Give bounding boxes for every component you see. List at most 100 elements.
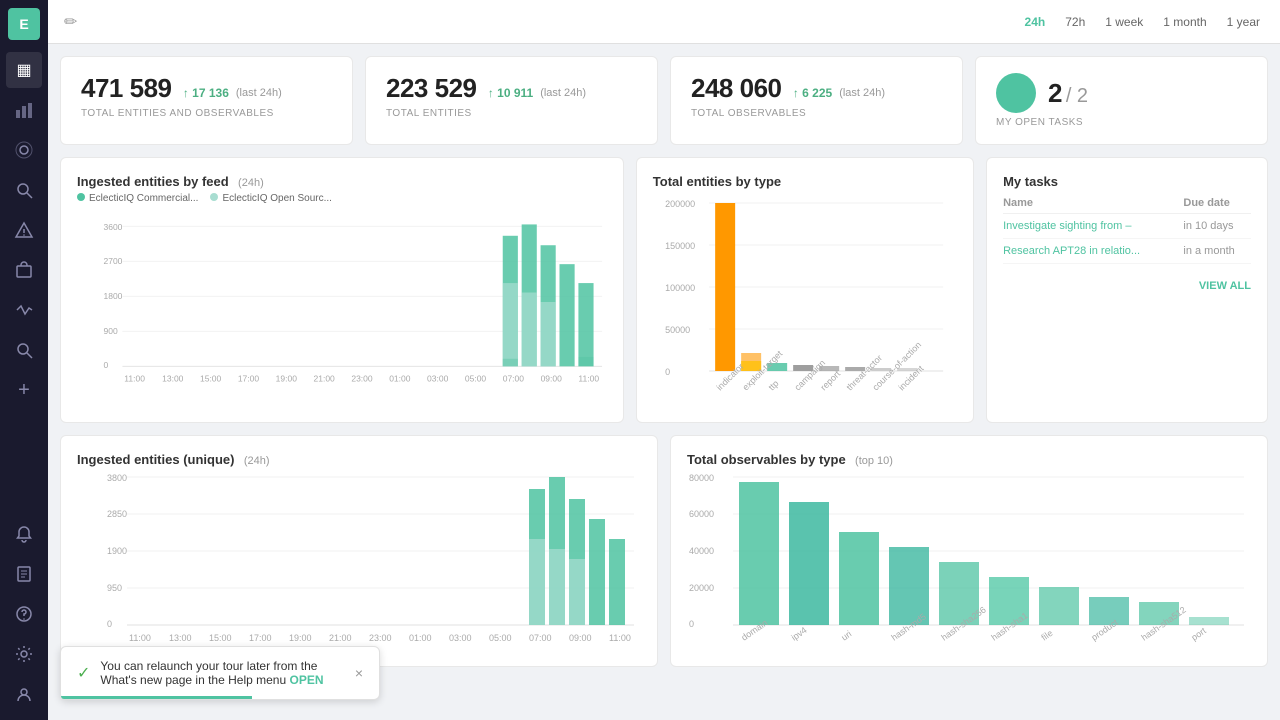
svg-text:200000: 200000 [665,199,695,209]
svg-text:11:00: 11:00 [129,633,151,643]
ingested-unique-title: Ingested entities (unique) [77,452,234,467]
svg-text:150000: 150000 [665,241,695,251]
task-link-2[interactable]: Research APT28 in relatio... [1003,245,1140,257]
observables-by-type-subtitle: (top 10) [855,455,893,467]
ingested-feed-svg: 3600 2700 1800 900 0 [77,212,607,392]
svg-text:uri: uri [839,629,853,643]
svg-text:23:00: 23:00 [369,633,392,643]
toast-close-button[interactable]: × [355,665,363,681]
time-filter-1month[interactable]: 1 month [1159,13,1210,31]
svg-text:0: 0 [107,619,112,629]
ingested-unique-chart-card: Ingested entities (unique) (24h) 3800 28… [60,435,658,667]
ingested-unique-subtitle: (24h) [244,455,270,467]
svg-text:17:00: 17:00 [249,633,272,643]
time-filter-24h[interactable]: 24h [1021,13,1050,31]
toast-progress-bar [61,696,252,699]
svg-text:11:00: 11:00 [578,373,599,383]
sidebar-item-network[interactable] [6,132,42,168]
sidebar-item-profile[interactable] [6,676,42,712]
toast-notification: ✓ You can relaunch your tour later from … [60,646,380,700]
svg-text:01:00: 01:00 [409,633,432,643]
sidebar-item-settings[interactable] [6,636,42,672]
sidebar-item-add[interactable]: + [6,372,42,408]
time-filter-1week[interactable]: 1 week [1101,13,1147,31]
stat-change-total: ↑ 17 136 (last 24h) [183,86,282,100]
svg-text:13:00: 13:00 [162,373,184,383]
svg-text:01:00: 01:00 [389,373,411,383]
sidebar-item-dashboard[interactable]: ▦ [6,52,42,88]
stat-number-total: 471 589 [81,73,171,103]
time-filter-1year[interactable]: 1 year [1223,13,1264,31]
svg-text:2850: 2850 [107,509,127,519]
tasks-table: Name Due date Investigate sighting from … [1003,193,1251,264]
stat-total-entities: 223 529 ↑ 10 911 (last 24h) TOTAL ENTITI… [365,56,658,145]
task-total: / 2 [1066,85,1088,107]
sidebar-item-help[interactable] [6,596,42,632]
observables-by-type-title: Total observables by type [687,452,846,467]
svg-text:0: 0 [103,360,108,370]
task-current: 2 [1048,78,1062,108]
charts-row-1: Ingested entities by feed (24h) Eclectic… [60,157,1268,423]
sidebar-item-cases[interactable] [6,252,42,288]
stat-label-observables: TOTAL OBSERVABLES [691,108,942,119]
header-left: ✏ [64,12,77,32]
svg-text:23:00: 23:00 [351,373,373,383]
my-tasks-card: My tasks Name Due date Investigate sight… [986,157,1268,423]
svg-text:900: 900 [103,326,117,336]
observables-by-type-chart-card: Total observables by type (top 10) 80000… [670,435,1268,667]
task-stat: 2 / 2 [996,73,1247,113]
svg-text:950: 950 [107,583,122,593]
svg-text:0: 0 [689,619,694,629]
task-row-1: Investigate sighting from – in 10 days [1003,214,1251,239]
stat-total-observables: 248 060 ↑ 6 225 (last 24h) TOTAL OBSERVA… [670,56,963,145]
task-circle-icon [996,73,1036,113]
sidebar-item-notifications[interactable] [6,516,42,552]
svg-text:20000: 20000 [689,583,714,593]
svg-text:19:00: 19:00 [289,633,312,643]
sidebar-logo[interactable]: E [8,8,40,40]
sidebar-item-alerts[interactable] [6,212,42,248]
sidebar-item-analytics[interactable] [6,92,42,128]
charts-row-2: Ingested entities (unique) (24h) 3800 28… [60,435,1268,667]
sidebar-item-activity[interactable] [6,292,42,328]
svg-text:40000: 40000 [689,546,714,556]
svg-text:13:00: 13:00 [169,633,192,643]
sidebar-item-reports[interactable] [6,556,42,592]
stat-number-observables: 248 060 [691,73,781,103]
svg-text:17:00: 17:00 [238,373,260,383]
sidebar: E ▦ + [0,0,48,720]
svg-text:port: port [1189,625,1208,642]
my-tasks-title: My tasks [1003,174,1251,189]
task-due-2: in a month [1183,239,1251,264]
sidebar-item-search[interactable] [6,332,42,368]
observables-by-type-svg: 80000 60000 40000 20000 0 [687,467,1251,647]
svg-text:50000: 50000 [665,325,690,335]
svg-text:80000: 80000 [689,473,714,483]
total-by-type-svg: 200000 150000 100000 50000 0 [653,193,957,403]
task-link-1[interactable]: Investigate sighting from – [1003,220,1131,232]
svg-text:11:00: 11:00 [124,373,145,383]
svg-text:ttp: ttp [766,378,780,392]
toast-success-icon: ✓ [77,663,90,683]
stats-row: 471 589 ↑ 17 136 (last 24h) TOTAL ENTITI… [60,56,1268,145]
total-by-type-title: Total entities by type [653,174,957,189]
svg-text:21:00: 21:00 [314,373,336,383]
toast-open-link[interactable]: OPEN [289,673,323,687]
svg-text:03:00: 03:00 [427,373,449,383]
time-filters: 24h 72h 1 week 1 month 1 year [1021,13,1264,31]
svg-text:05:00: 05:00 [465,373,487,383]
edit-icon[interactable]: ✏ [64,12,77,32]
svg-text:07:00: 07:00 [503,373,525,383]
ingested-feed-title: Ingested entities by feed [77,174,229,189]
svg-text:60000: 60000 [689,509,714,519]
svg-text:09:00: 09:00 [541,373,563,383]
time-filter-72h[interactable]: 72h [1061,13,1089,31]
stat-number-entities: 223 529 [386,73,476,103]
sidebar-item-investigate[interactable] [6,172,42,208]
svg-text:1800: 1800 [103,291,122,301]
ingested-feed-legend: EclecticIQ Commercial... EclecticIQ Open… [77,193,607,204]
ingested-feed-chart-card: Ingested entities by feed (24h) Eclectic… [60,157,624,423]
svg-text:ipv4: ipv4 [789,625,808,643]
view-all-button[interactable]: VIEW ALL [1199,280,1251,292]
stat-change-entities: ↑ 10 911 (last 24h) [488,86,586,100]
